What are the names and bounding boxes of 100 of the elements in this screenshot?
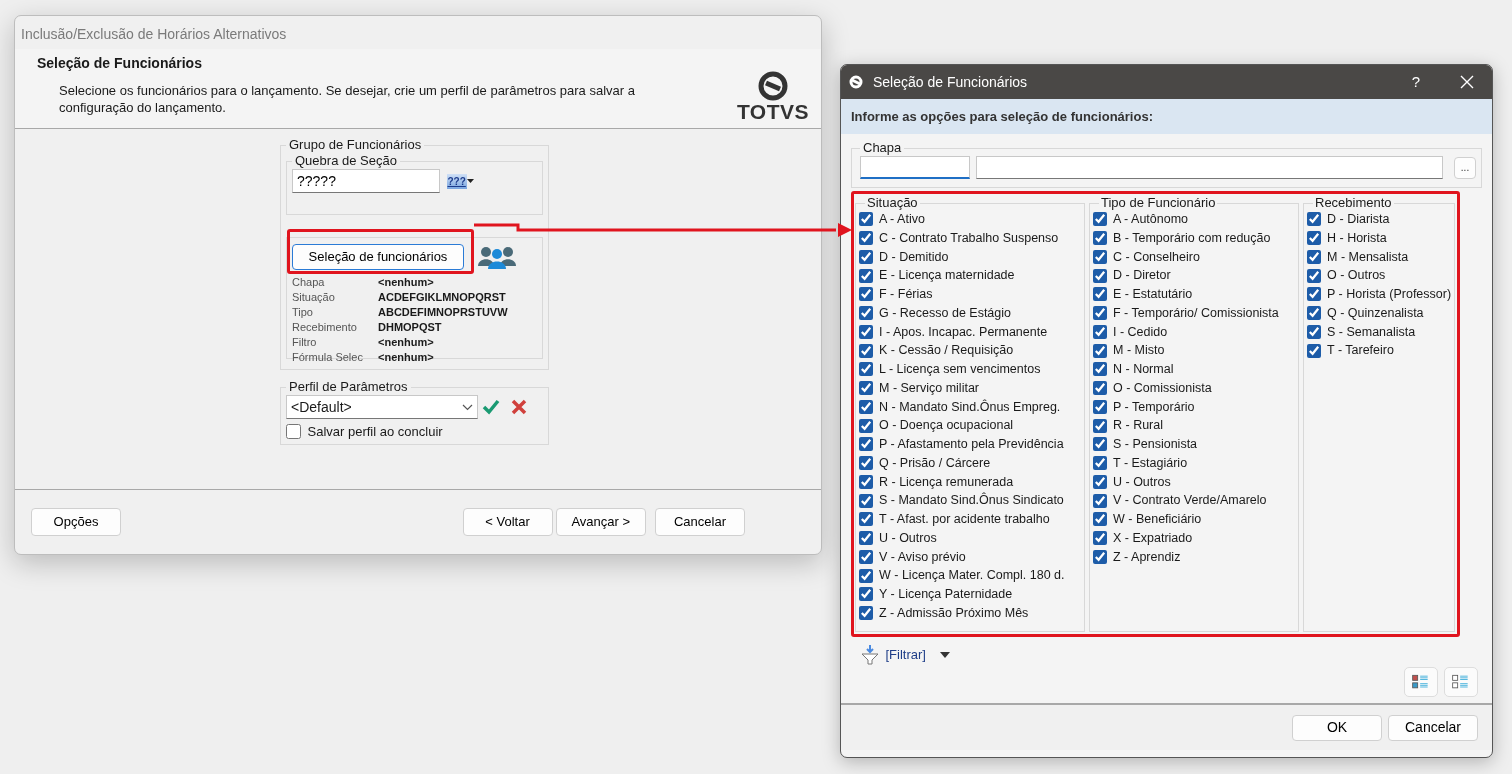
filter-button[interactable]: [Filtrar] xyxy=(861,645,951,665)
checkbox[interactable] xyxy=(1093,324,1107,339)
checkbox-label: T - Tarefeiro xyxy=(1327,342,1394,360)
people-icon xyxy=(477,244,517,270)
checkbox[interactable] xyxy=(1093,437,1107,452)
checkbox-label: O - Outros xyxy=(1327,267,1386,285)
checkbox-label: H - Horista xyxy=(1327,229,1387,247)
checkbox[interactable] xyxy=(1093,343,1107,358)
caret-icon xyxy=(940,652,951,658)
browse-button[interactable]: ... xyxy=(1454,156,1476,179)
checkbox[interactable] xyxy=(286,424,301,440)
checkbox[interactable] xyxy=(1307,306,1321,321)
checkbox[interactable] xyxy=(859,399,873,414)
checkbox[interactable] xyxy=(1093,456,1107,471)
checkbox[interactable] xyxy=(859,212,873,227)
checkbox[interactable] xyxy=(859,362,873,377)
summary-value: <nenhum> xyxy=(378,275,435,290)
check-all-icon[interactable] xyxy=(1403,667,1438,697)
checkbox[interactable] xyxy=(1093,399,1107,414)
chevron-icon xyxy=(462,403,473,411)
checkbox[interactable] xyxy=(859,512,873,527)
page-heading: Seleção de Funcionários xyxy=(37,55,203,72)
checkbox-label: A - Autônomo xyxy=(1113,211,1189,228)
checkbox-label: Salvar perfil ao concluir xyxy=(307,423,443,441)
checkbox[interactable] xyxy=(1307,212,1321,227)
checkbox[interactable] xyxy=(859,268,873,283)
cancel-button[interactable]: Cancelar xyxy=(655,508,745,536)
checkbox[interactable] xyxy=(1093,231,1107,246)
checkbox[interactable] xyxy=(1093,418,1107,433)
summary-value: DHMOPQST xyxy=(378,320,443,335)
checkbox-label: P - Afastamento pela Previdência xyxy=(879,436,1064,453)
checkbox-label: M - Misto xyxy=(1113,342,1165,360)
summary-value: <nenhum> xyxy=(378,350,435,365)
checkbox[interactable] xyxy=(1093,212,1107,227)
checkbox[interactable] xyxy=(859,587,873,602)
checkbox[interactable] xyxy=(859,343,873,358)
confirm-check-icon[interactable] xyxy=(481,397,502,417)
select-employees-button[interactable]: Seleção de funcionários xyxy=(292,244,464,270)
checkbox[interactable] xyxy=(1093,549,1107,564)
checkbox[interactable] xyxy=(1307,324,1321,339)
checkbox-label: G - Recesso de Estágio xyxy=(879,304,1011,322)
summary-value: ACDEFGIKLMNOPQRST xyxy=(378,290,507,305)
summary-value: <nenhum> xyxy=(378,335,435,350)
checkbox[interactable] xyxy=(859,324,873,339)
checkbox[interactable] xyxy=(859,437,873,452)
checkbox[interactable] xyxy=(859,549,873,564)
ok-button[interactable]: OK xyxy=(1292,714,1382,741)
group-legend: Grupo de Funcionários xyxy=(286,137,425,153)
chapa-field[interactable] xyxy=(860,156,970,179)
checkbox-label: V - Aviso prévio xyxy=(879,548,966,566)
checkbox[interactable] xyxy=(859,474,873,489)
checkbox[interactable] xyxy=(859,287,873,302)
checkbox[interactable] xyxy=(1093,474,1107,489)
chapa-legend: Chapa xyxy=(860,140,905,156)
back-button[interactable]: < Voltar xyxy=(462,508,553,536)
section-legend: Quebra de Seção xyxy=(292,153,400,169)
checkbox[interactable] xyxy=(859,568,873,583)
checkbox[interactable] xyxy=(1307,268,1321,283)
chapa-name-field[interactable] xyxy=(976,156,1443,179)
summary-label: Recebimento xyxy=(292,320,358,335)
checkbox-label: T - Estagiário xyxy=(1113,454,1188,472)
checkbox-label: L - Licença sem vencimentos xyxy=(879,361,1041,378)
checkbox[interactable] xyxy=(859,606,873,621)
help-button[interactable]: ? xyxy=(1405,69,1426,95)
checkbox[interactable] xyxy=(859,381,873,396)
checkbox[interactable] xyxy=(1093,306,1107,321)
uncheck-all-icon[interactable] xyxy=(1444,667,1478,697)
profile-dropdown[interactable]: <Default> xyxy=(286,395,478,419)
checkbox-label: C - Conselheiro xyxy=(1113,248,1200,266)
checkbox[interactable] xyxy=(859,249,873,264)
checkbox[interactable] xyxy=(1093,381,1107,396)
checkbox[interactable] xyxy=(1093,268,1107,283)
checkbox-label: X - Expatriado xyxy=(1113,529,1193,547)
checkbox[interactable] xyxy=(1307,249,1321,264)
checkbox[interactable] xyxy=(859,306,873,321)
checkbox-label: K - Cessão / Requisição xyxy=(879,342,1014,360)
checkbox[interactable] xyxy=(1093,287,1107,302)
checkbox-label: U - Outros xyxy=(879,529,937,547)
cancel-button[interactable]: Cancelar xyxy=(1388,714,1478,741)
checkbox[interactable] xyxy=(1093,493,1107,508)
arrow-icon xyxy=(474,222,854,238)
checkbox[interactable] xyxy=(859,493,873,508)
checkbox-label: A - Ativo xyxy=(879,211,925,228)
checkbox[interactable] xyxy=(1093,512,1107,527)
checkbox-label: M - Serviço militar xyxy=(879,379,979,397)
next-button[interactable]: Avançar > xyxy=(555,508,646,536)
checkbox[interactable] xyxy=(1307,343,1321,358)
checkbox[interactable] xyxy=(1093,531,1107,546)
section-field[interactable]: ????? xyxy=(292,169,440,193)
checkbox[interactable] xyxy=(859,456,873,471)
checkbox-label: R - Licença remunerada xyxy=(879,473,1014,491)
checkbox[interactable] xyxy=(859,531,873,546)
checkbox[interactable] xyxy=(1093,249,1107,264)
checkbox[interactable] xyxy=(1093,362,1107,377)
checkbox[interactable] xyxy=(859,418,873,433)
checkbox[interactable] xyxy=(859,231,873,246)
checkbox[interactable] xyxy=(1307,231,1321,246)
checkbox[interactable] xyxy=(1307,287,1321,302)
options-button[interactable]: Opções xyxy=(31,508,121,536)
section-picker-button[interactable]: ??? xyxy=(446,169,475,193)
